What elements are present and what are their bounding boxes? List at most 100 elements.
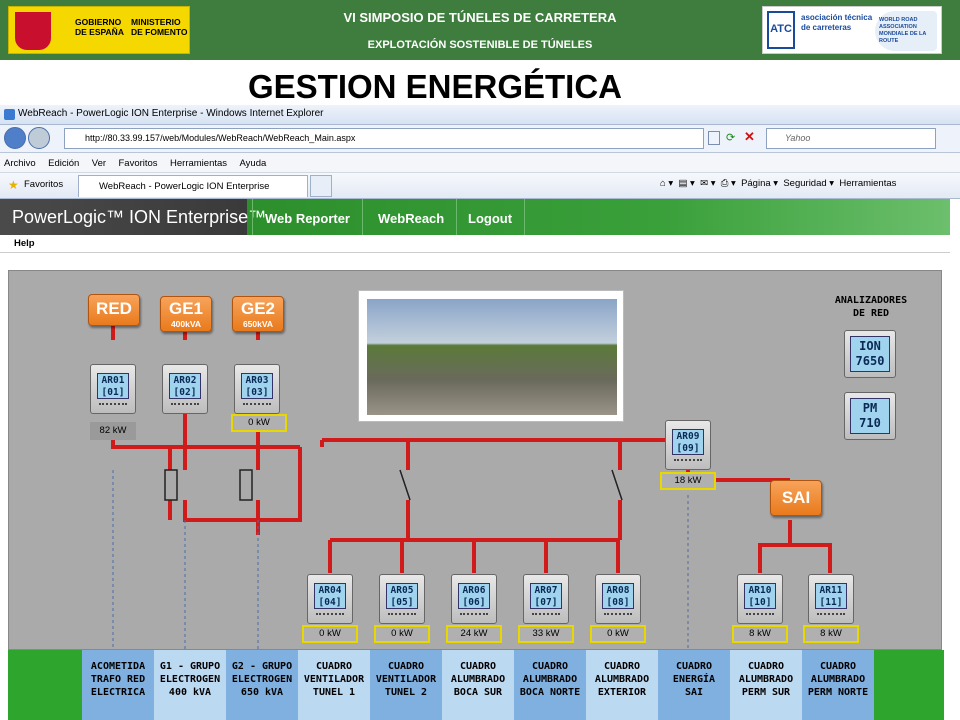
source-label: GE2: [240, 299, 276, 318]
meter-ar06-power: 24 kW: [446, 625, 502, 643]
label-line: TUNEL 1: [312, 687, 356, 698]
breakers: [164, 469, 623, 501]
meter-screen: AR09 [09]: [672, 429, 704, 455]
meter-keypad: [604, 613, 632, 619]
meter-screen: AR03 [03]: [241, 373, 273, 399]
meter-model: 7650: [855, 354, 885, 368]
meter-ar02[interactable]: AR02 [02]: [162, 364, 208, 414]
ups-label: SAI: [781, 488, 811, 507]
source-ge2[interactable]: GE2 650kVA: [232, 296, 284, 332]
meter-ar06[interactable]: AR06 [06]: [451, 574, 497, 624]
source-ge1[interactable]: GE1 400kVA: [160, 296, 212, 332]
label-line: ACOMETIDA: [90, 661, 146, 672]
source-red[interactable]: RED: [88, 294, 140, 326]
meter-id: AR02: [173, 375, 197, 386]
label-line: G1 - GRUPO: [159, 661, 221, 672]
meter-screen: AR02 [02]: [169, 373, 201, 399]
source-rating: 650kVA: [242, 319, 274, 329]
meter-keypad: [460, 613, 488, 619]
label-line: PERM NORTE: [807, 687, 869, 698]
meter-screen: AR01 [01]: [97, 373, 129, 399]
meter-keypad: [388, 613, 416, 619]
label-line: ALUMBRADO: [450, 674, 506, 685]
label-line: SAI: [684, 687, 704, 698]
meter-ar05[interactable]: AR05 [05]: [379, 574, 425, 624]
meter-ar01[interactable]: AR01 [01]: [90, 364, 136, 414]
meter-screen: AR08 [08]: [602, 583, 634, 609]
label-line: VENTILADOR: [303, 674, 365, 685]
meter-ar11-power: 8 kW: [803, 625, 859, 643]
ion-7650-meter[interactable]: ION 7650: [844, 330, 896, 378]
meter-model: PM: [862, 401, 878, 415]
meter-ar04[interactable]: AR04 [04]: [307, 574, 353, 624]
meter-num: [07]: [534, 597, 558, 608]
meter-num: [01]: [101, 387, 125, 398]
label-energia-sai: CUADRO ENERGÍA SAI: [658, 650, 730, 720]
meter-ar08-power: 0 kW: [590, 625, 646, 643]
meter-num: [06]: [462, 597, 486, 608]
meter-num: [10]: [748, 597, 772, 608]
meter-num: [09]: [676, 443, 700, 454]
ups-sai[interactable]: SAI: [770, 480, 822, 516]
label-line: ALUMBRADO: [738, 674, 794, 685]
label-line: G2 - GRUPO: [231, 661, 293, 672]
label-line: ALUMBRADO: [522, 674, 578, 685]
meter-screen: AR04 [04]: [314, 583, 346, 609]
meter-keypad: [316, 613, 344, 619]
analyzers-title-line: DE RED: [852, 308, 890, 319]
tunnel-photo: [358, 290, 624, 422]
meter-model: ION: [859, 339, 881, 353]
meter-id: AR10: [748, 585, 772, 596]
meter-ar01-power: 82 kW: [90, 422, 136, 440]
label-line: ELECTROGEN: [231, 674, 293, 685]
meter-id: AR07: [534, 585, 558, 596]
label-line: CUADRO: [819, 661, 857, 672]
meter-keypad: [674, 459, 702, 465]
analyzers-title: ANALIZADORES DE RED: [826, 294, 916, 320]
source-label: GE1: [168, 299, 204, 318]
meter-keypad: [817, 613, 845, 619]
label-line: ENERGÍA: [672, 674, 716, 685]
meter-id: AR05: [390, 585, 414, 596]
label-line: PERM SUR: [741, 687, 791, 698]
label-ventilador-2: CUADRO VENTILADOR TUNEL 2: [370, 650, 442, 720]
label-line: VENTILADOR: [375, 674, 437, 685]
meter-screen: AR05 [05]: [386, 583, 418, 609]
label-line: 400 kVA: [168, 687, 212, 698]
meter-keypad: [243, 403, 271, 409]
meter-ar10[interactable]: AR10 [10]: [737, 574, 783, 624]
meter-num: [11]: [819, 597, 843, 608]
analyzers-title-line: ANALIZADORES: [834, 295, 908, 306]
label-line: EXTERIOR: [597, 687, 647, 698]
meter-id: AR03: [245, 375, 269, 386]
label-line: TUNEL 2: [384, 687, 428, 698]
label-line: ALUMBRADO: [810, 674, 866, 685]
meter-ar10-power: 8 kW: [732, 625, 788, 643]
source-rating: 400kVA: [170, 319, 202, 329]
label-boca-sur: CUADRO ALUMBRADO BOCA SUR: [442, 650, 514, 720]
meter-ar08[interactable]: AR08 [08]: [595, 574, 641, 624]
source-label: RED: [96, 299, 132, 318]
meter-screen: AR10 [10]: [744, 583, 776, 609]
meter-num: [04]: [318, 597, 342, 608]
label-line: BOCA NORTE: [519, 687, 581, 698]
label-line: CUADRO: [675, 661, 713, 672]
label-line: CUADRO: [459, 661, 497, 672]
label-g2: G2 - GRUPO ELECTROGEN 650 kVA: [226, 650, 298, 720]
meter-ar09[interactable]: AR09 [09]: [665, 420, 711, 470]
label-line: CUADRO: [603, 661, 641, 672]
meter-ar04-power: 0 kW: [302, 625, 358, 643]
label-boca-norte: CUADRO ALUMBRADO BOCA NORTE: [514, 650, 586, 720]
label-exterior: CUADRO ALUMBRADO EXTERIOR: [586, 650, 658, 720]
meter-screen: AR07 [07]: [530, 583, 562, 609]
pm-710-meter[interactable]: PM 710: [844, 392, 896, 440]
meter-ar07[interactable]: AR07 [07]: [523, 574, 569, 624]
meter-ar03[interactable]: AR03 [03]: [234, 364, 280, 414]
meter-ar07-power: 33 kW: [518, 625, 574, 643]
meter-id: AR09: [676, 431, 700, 442]
meter-id: AR11: [819, 585, 843, 596]
meter-ar11[interactable]: AR11 [11]: [808, 574, 854, 624]
label-acometida: ACOMETIDA TRAFO RED ELECTRICA: [82, 650, 154, 720]
label-line: CUADRO: [747, 661, 785, 672]
label-line: CUADRO: [531, 661, 569, 672]
